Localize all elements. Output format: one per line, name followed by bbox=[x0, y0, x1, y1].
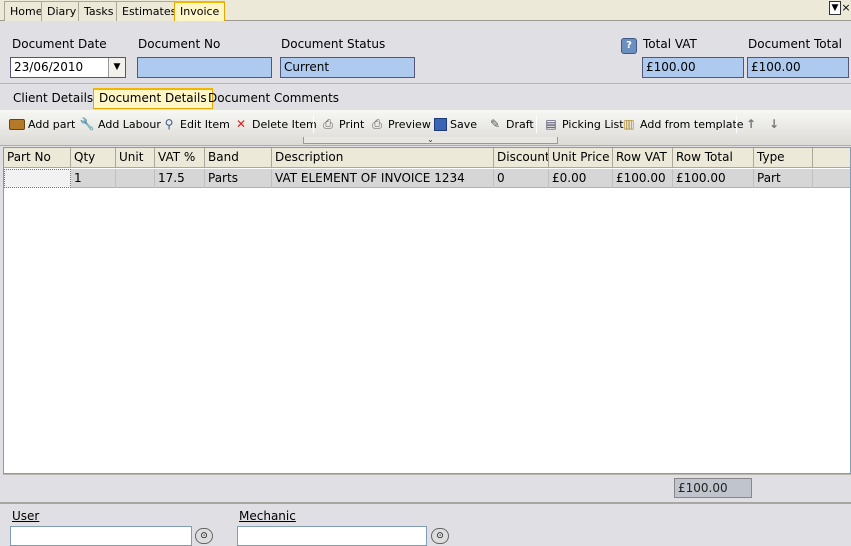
cell-discount[interactable]: 0 bbox=[494, 169, 549, 188]
add-part-label: Add part bbox=[28, 117, 76, 131]
cell-row-vat[interactable]: £100.00 bbox=[613, 169, 673, 188]
arrow-down-icon: ↓ bbox=[768, 117, 780, 131]
user-label: User bbox=[12, 509, 40, 523]
picking-list-icon: ▤ bbox=[545, 117, 557, 131]
sub-tab-strip: Client Details Document Details Document… bbox=[0, 86, 851, 109]
top-tab-strip: Home Diary Tasks Estimates Invoice ▼ × bbox=[0, 0, 851, 21]
tab-menu-dropdown-icon[interactable]: ▼ bbox=[829, 1, 841, 15]
printer-icon: ⎙ bbox=[323, 117, 333, 131]
draft-label: Draft bbox=[506, 117, 534, 131]
draft-pencil-icon: ✎ bbox=[489, 117, 501, 131]
cell-qty[interactable]: 1 bbox=[71, 169, 116, 188]
close-icon[interactable]: × bbox=[841, 1, 851, 15]
save-button[interactable]: Save bbox=[434, 115, 477, 133]
toolbar-separator bbox=[536, 115, 537, 133]
column-header-vat[interactable]: VAT % bbox=[155, 148, 205, 168]
column-header-part-no[interactable]: Part No bbox=[4, 148, 71, 168]
arrow-up-icon: ↑ bbox=[745, 117, 757, 131]
column-header-description[interactable]: Description bbox=[272, 148, 494, 168]
table-row[interactable]: 1 17.5 Parts VAT ELEMENT OF INVOICE 1234… bbox=[4, 169, 850, 188]
document-status-label: Document Status bbox=[281, 37, 386, 51]
document-date-field[interactable]: 23/06/2010 ▼ bbox=[10, 57, 126, 78]
move-down-button[interactable]: ↓ bbox=[766, 115, 785, 133]
document-no-field[interactable] bbox=[137, 57, 272, 78]
picking-list-button[interactable]: ▤ Picking List bbox=[543, 115, 624, 133]
cell-band[interactable]: Parts bbox=[205, 169, 272, 188]
line-items-grid[interactable]: Part No Qty Unit VAT % Band Description … bbox=[3, 147, 851, 474]
add-part-button[interactable]: Add part bbox=[9, 115, 75, 133]
column-header-unit[interactable]: Unit bbox=[116, 148, 155, 168]
column-header-type[interactable]: Type bbox=[754, 148, 813, 168]
toolbar-expander-chevron-icon[interactable]: ⌄ bbox=[303, 136, 558, 144]
picking-list-label: Picking List bbox=[562, 117, 624, 131]
column-header-qty[interactable]: Qty bbox=[71, 148, 116, 168]
move-up-button[interactable]: ↑ bbox=[743, 115, 762, 133]
draft-button[interactable]: ✎ Draft bbox=[487, 115, 534, 133]
cell-row-total[interactable]: £100.00 bbox=[673, 169, 754, 188]
cell-vat[interactable]: 17.5 bbox=[155, 169, 205, 188]
total-vat-label: Total VAT bbox=[643, 37, 697, 51]
tab-document-comments[interactable]: Document Comments bbox=[203, 88, 344, 109]
document-date-value: 23/06/2010 bbox=[14, 60, 84, 74]
tab-client-details[interactable]: Client Details bbox=[8, 88, 98, 109]
grid-footer-total: £100.00 bbox=[674, 478, 752, 498]
cell-part-no[interactable] bbox=[4, 169, 71, 188]
mechanic-label: Mechanic bbox=[239, 509, 296, 523]
grid-header: Part No Qty Unit VAT % Band Description … bbox=[4, 148, 850, 168]
total-vat-field: £100.00 bbox=[642, 57, 744, 78]
tab-invoice[interactable]: Invoice bbox=[174, 1, 226, 21]
tab-diary[interactable]: Diary bbox=[41, 1, 83, 21]
delete-item-label: Delete Item bbox=[252, 117, 317, 131]
column-header-unit-price[interactable]: Unit Price bbox=[549, 148, 613, 168]
save-label: Save bbox=[450, 117, 478, 131]
print-preview-icon: ⎙ bbox=[372, 117, 382, 131]
document-total-field: £100.00 bbox=[747, 57, 849, 78]
help-icon[interactable]: ? bbox=[621, 38, 637, 54]
floppy-disk-icon bbox=[434, 117, 447, 131]
toolbar-separator bbox=[736, 115, 737, 133]
tab-tasks[interactable]: Tasks bbox=[78, 1, 120, 21]
cell-type[interactable]: Part bbox=[754, 169, 813, 188]
column-header-row-vat[interactable]: Row VAT bbox=[613, 148, 673, 168]
tab-document-details[interactable]: Document Details bbox=[93, 88, 213, 109]
add-labour-button[interactable]: 🔧 Add Labour bbox=[79, 115, 161, 133]
mechanic-lookup-icon[interactable]: ⊙ bbox=[431, 528, 449, 544]
edit-item-label: Edit Item bbox=[180, 117, 230, 131]
wrench-icon: 🔧 bbox=[79, 117, 95, 131]
add-labour-label: Add Labour bbox=[98, 117, 161, 131]
preview-label: Preview bbox=[388, 117, 431, 131]
cell-unit-price[interactable]: £0.00 bbox=[549, 169, 613, 188]
toolbar-separator bbox=[313, 115, 314, 133]
document-no-label: Document No bbox=[138, 37, 221, 51]
add-from-template-label: Add from template bbox=[640, 117, 744, 131]
template-icon: ▥ bbox=[623, 117, 635, 131]
preview-button[interactable]: ⎙ Preview bbox=[369, 115, 431, 133]
edit-item-button[interactable]: ⚲ Edit Item bbox=[161, 115, 230, 133]
column-header-discount[interactable]: Discount bbox=[494, 148, 549, 168]
toolbox-icon bbox=[9, 118, 25, 130]
cell-description[interactable]: VAT ELEMENT OF INVOICE 1234 bbox=[272, 169, 494, 188]
print-label: Print bbox=[339, 117, 365, 131]
bottom-panel: User ⊙ Mechanic ⊙ bbox=[0, 502, 851, 546]
mechanic-field[interactable] bbox=[237, 526, 427, 546]
column-header-row-total[interactable]: Row Total bbox=[673, 148, 754, 168]
cell-unit[interactable] bbox=[116, 169, 155, 188]
user-lookup-icon[interactable]: ⊙ bbox=[195, 528, 213, 544]
document-total-label: Document Total bbox=[748, 37, 843, 51]
delete-item-button[interactable]: ✕ Delete Item bbox=[233, 115, 317, 133]
tab-estimates[interactable]: Estimates bbox=[116, 1, 183, 21]
print-button[interactable]: ⎙ Print bbox=[320, 115, 364, 133]
document-date-label: Document Date bbox=[12, 37, 107, 51]
add-from-template-button[interactable]: ▥ Add from template bbox=[621, 115, 744, 133]
magnifier-icon: ⚲ bbox=[164, 117, 174, 131]
user-field[interactable] bbox=[10, 526, 192, 546]
document-header: Document Date 23/06/2010 ▼ Document No D… bbox=[0, 22, 851, 84]
chevron-down-icon[interactable]: ▼ bbox=[108, 58, 125, 77]
column-header-band[interactable]: Band bbox=[205, 148, 272, 168]
delete-x-icon: ✕ bbox=[235, 117, 247, 131]
document-status-field[interactable]: Current bbox=[280, 57, 415, 78]
